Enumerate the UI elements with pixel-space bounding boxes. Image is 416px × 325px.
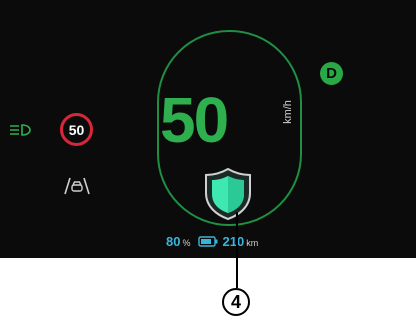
speed-unit: km/h [281,100,294,124]
battery-range-info: 80 % 210 km [166,234,258,249]
headlights-icon [8,123,34,142]
instrument-cluster: 50 km/h D 50 80 % 210 km [0,0,416,258]
speed-value: 50 [160,84,229,156]
callout-leader-line [236,212,238,288]
callout-number: 4 [222,288,250,316]
battery-icon [198,235,218,250]
driver-assist-shield-icon [203,167,253,226]
battery-percent-sign: % [182,238,191,248]
lane-assist-icon [64,176,90,201]
range-value: 210 [222,234,245,249]
speed-limit-sign: 50 [60,113,93,146]
gear-indicator: D [320,62,343,85]
battery-percent: 80 [166,234,181,249]
range-unit: km [246,238,259,248]
